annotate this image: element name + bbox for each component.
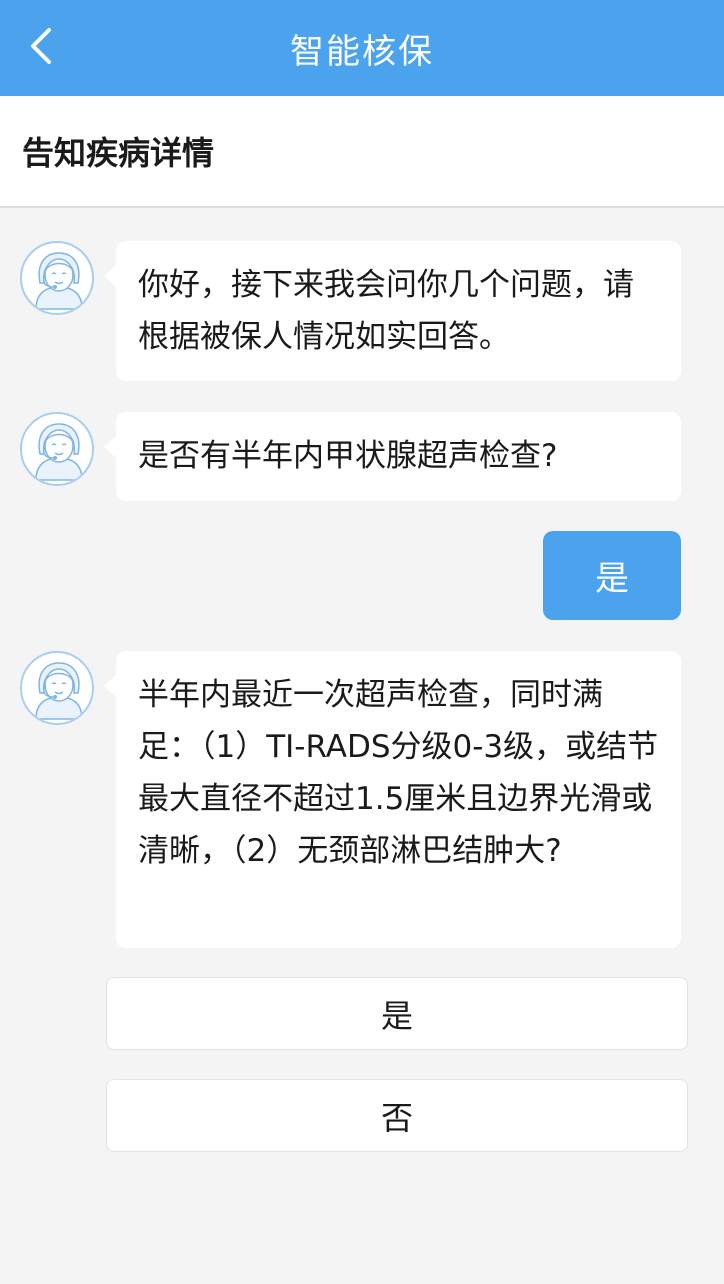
message-text: 是 [595, 559, 629, 599]
agent-message-bubble: 半年内最近一次超声检查，同时满足：（1）TI-RADS分级0-3级，或结节最大直… [104, 651, 681, 948]
customer-service-agent-icon [35, 662, 83, 720]
option-no-button[interactable]: 否 [106, 1079, 688, 1152]
chevron-left-icon [31, 28, 51, 64]
agent-message-bubble: 是否有半年内甲状腺超声检查? [104, 412, 681, 501]
page-title: 智能核保 [290, 31, 434, 72]
agent-avatar [20, 241, 94, 315]
option-yes-button[interactable]: 是 [106, 977, 688, 1050]
agent-avatar [20, 412, 94, 486]
message-text: 半年内最近一次超声检查，同时满足：（1）TI-RADS分级0-3级，或结节最大直… [138, 677, 659, 869]
section-header: 告知疾病详情 [0, 96, 724, 208]
back-button[interactable] [18, 22, 66, 70]
customer-service-agent-icon [35, 252, 83, 310]
customer-service-agent-icon [35, 423, 83, 481]
agent-message-bubble: 你好，接下来我会问你几个问题，请根据被保人情况如实回答。 [104, 241, 681, 381]
agent-avatar [20, 651, 94, 725]
message-text: 你好，接下来我会问你几个问题，请根据被保人情况如实回答。 [138, 267, 634, 355]
user-message-bubble: 是 [543, 531, 681, 620]
section-title: 告知疾病详情 [22, 134, 215, 172]
top-nav-bar: 智能核保 [0, 0, 724, 96]
message-text: 是否有半年内甲状腺超声检查? [138, 438, 558, 474]
